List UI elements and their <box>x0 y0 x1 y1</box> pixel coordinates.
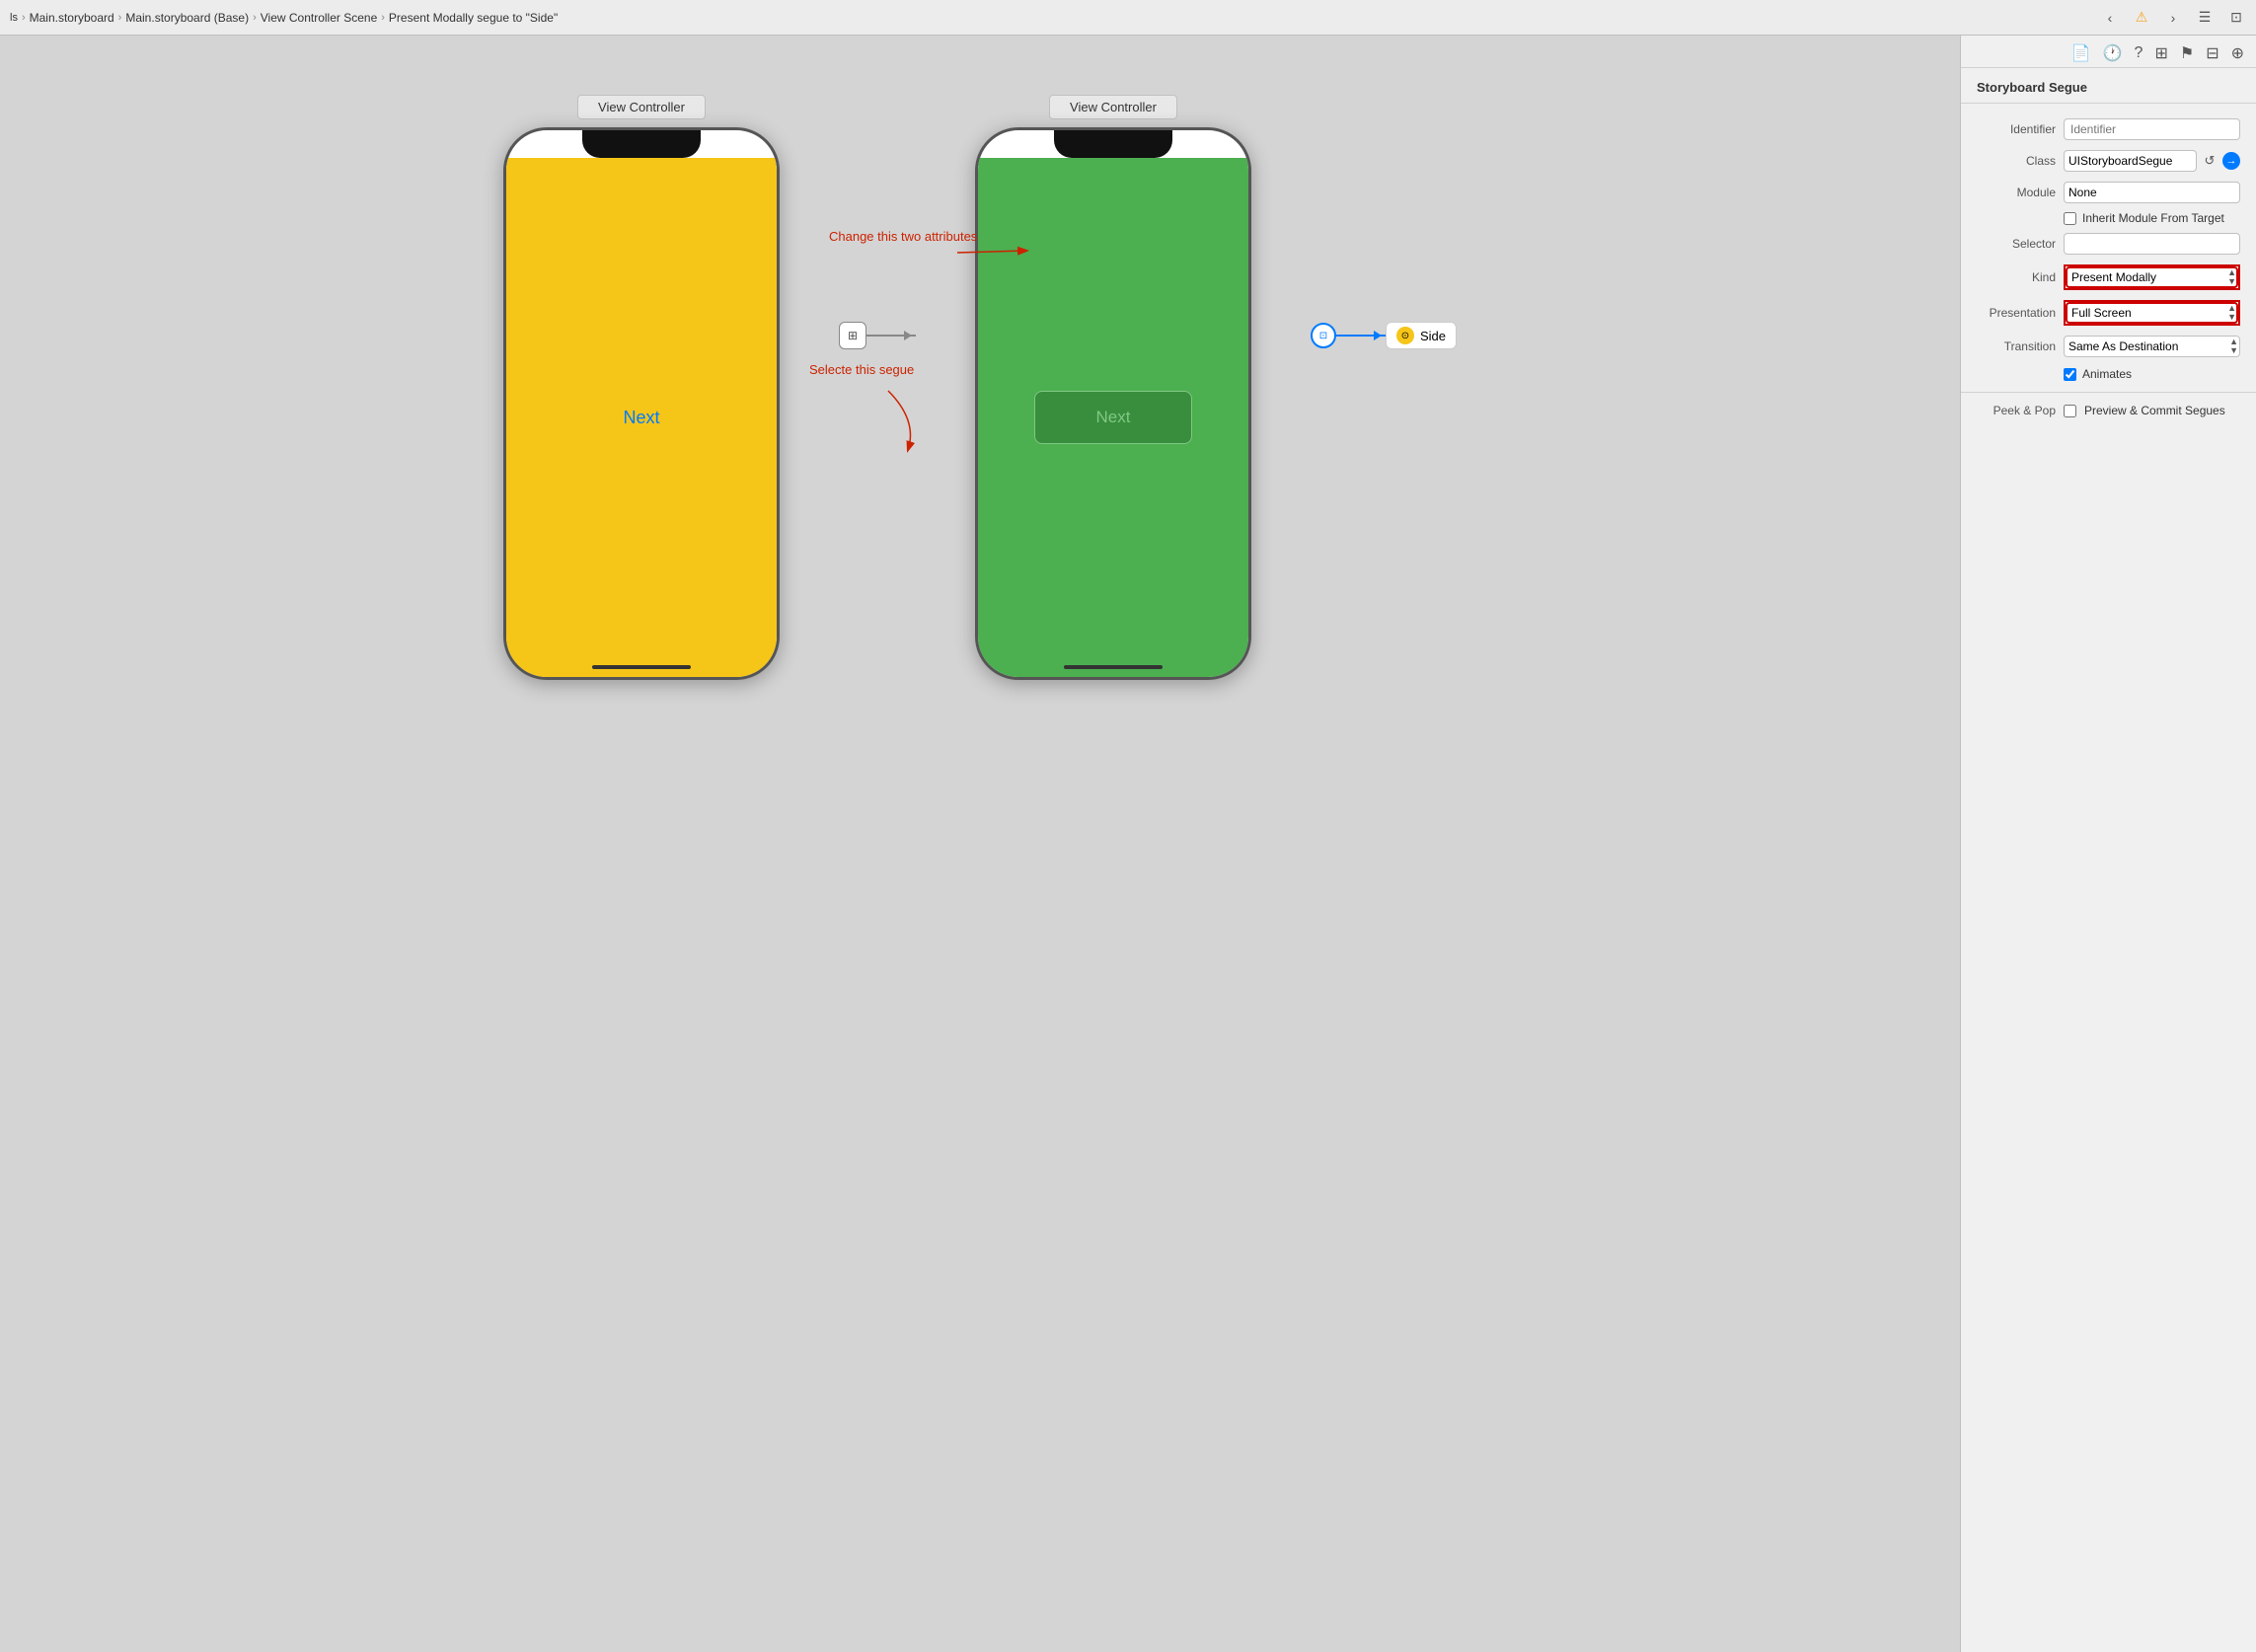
kind-select[interactable]: Present Modally Show Show Detail Present… <box>2066 266 2238 288</box>
panel-icon-help[interactable]: ? <box>2135 44 2143 62</box>
menu-icon[interactable]: ☰ <box>2195 8 2215 28</box>
kind-select-wrapper: Present Modally Show Show Detail Present… <box>2064 264 2240 290</box>
segue-circle[interactable]: ⊡ <box>1311 323 1336 348</box>
presentation-row: Presentation Full Screen Page Sheet Form… <box>1961 295 2256 331</box>
segue-dest-label: Side <box>1420 329 1446 343</box>
class-row: Class UIStoryboardSegue ↺ → <box>1961 145 2256 177</box>
presentation-select-wrapper: Full Screen Page Sheet Form Sheet Curren… <box>2064 300 2240 326</box>
module-label: Module <box>1977 186 2056 199</box>
selector-row: Selector <box>1961 228 2256 260</box>
breadcrumb-mainstoryboard-base: Main.storyboard (Base) <box>125 11 249 25</box>
transition-select[interactable]: Same As Destination Cover Vertical Flip … <box>2064 336 2240 357</box>
warning-icon: ⚠ <box>2132 8 2151 28</box>
class-controls: UIStoryboardSegue ↺ → <box>2064 150 2240 172</box>
device1-title: View Controller <box>577 95 706 119</box>
forward-nav-icon[interactable]: › <box>2163 8 2183 28</box>
panel-top-icons: 📄 🕐 ? ⊞ ⚑ ⊟ ⊕ <box>1961 36 2256 68</box>
device1-notch <box>582 130 701 158</box>
panel-icon-flag[interactable]: ⚑ <box>2180 43 2194 63</box>
peek-pop-value: Preview & Commit Segues <box>2084 404 2225 417</box>
main-layout: View Controller ⎋ Next ⊞ <box>0 36 2256 1652</box>
inherit-row: Inherit Module From Target <box>1961 208 2256 228</box>
segue-line <box>1336 335 1386 337</box>
selector-label: Selector <box>1977 237 2056 251</box>
peek-pop-row: Peek & Pop Preview & Commit Segues <box>1961 399 2256 422</box>
panel-icon-grid[interactable]: ⊞ <box>2154 43 2167 63</box>
transition-label: Transition <box>1977 339 2056 353</box>
divider <box>1961 392 2256 393</box>
breadcrumb-ls: ls <box>10 12 18 24</box>
panel-content: Identifier Class UIStoryboardSegue ↺ → <box>1961 104 2256 432</box>
kind-label: Kind <box>1977 270 2056 284</box>
identifier-label: Identifier <box>1977 122 2056 136</box>
device1-home-indicator <box>592 665 691 669</box>
inherit-label: Inherit Module From Target <box>2082 211 2224 225</box>
panel-icon-doc[interactable]: 📄 <box>2071 43 2091 63</box>
breadcrumb-segue: Present Modally segue to "Side" <box>389 11 558 25</box>
transition-select-wrapper: Same As Destination Cover Vertical Flip … <box>2064 336 2240 357</box>
panel-icon-clock[interactable]: 🕐 <box>2103 43 2123 63</box>
segue-arrow-line <box>866 335 916 337</box>
device2-container: View Controller ❮ Back ⬇ Next <box>975 95 1251 680</box>
device1-container: View Controller ⎋ Next <box>503 95 780 680</box>
presentation-label: Presentation <box>1977 306 2056 320</box>
segue-arrow-container: ⊞ <box>839 322 916 349</box>
panel-icon-ruler[interactable]: ⊟ <box>2206 43 2218 63</box>
device2-body: Next <box>978 158 1248 677</box>
selector-input[interactable] <box>2064 233 2240 255</box>
class-label: Class <box>1977 154 2056 168</box>
segue-dest-icon: ⊙ <box>1396 327 1414 344</box>
layout-icon[interactable]: ⊡ <box>2226 8 2246 28</box>
refresh-icon[interactable]: ↺ <box>2201 152 2218 170</box>
segue-source-icon: ⊞ <box>839 322 866 349</box>
module-select[interactable]: None <box>2064 182 2240 203</box>
breadcrumb: ls › Main.storyboard › Main.storyboard (… <box>10 11 2094 25</box>
peek-pop-checkbox[interactable] <box>2064 405 2076 417</box>
breadcrumb-mainstoryboard: Main.storyboard <box>30 11 114 25</box>
segue-connector: ⊡ ⊙ Side <box>1311 322 1457 349</box>
module-row: Module None <box>1961 177 2256 208</box>
kind-row: Kind Present Modally Show Show Detail Pr… <box>1961 260 2256 295</box>
panel-icon-link[interactable]: ⊕ <box>2231 43 2244 63</box>
animates-row: Animates <box>1961 362 2256 386</box>
animates-checkbox[interactable] <box>2064 368 2076 381</box>
transition-row: Transition Same As Destination Cover Ver… <box>1961 331 2256 362</box>
peek-pop-label: Peek & Pop <box>1977 404 2056 417</box>
breadcrumb-vcscene: View Controller Scene <box>261 11 378 25</box>
devices-row: View Controller ⎋ Next ⊞ <box>503 95 1457 680</box>
right-panel: 📄 🕐 ? ⊞ ⚑ ⊟ ⊕ Storyboard Segue Identifie… <box>1960 36 2256 1652</box>
identifier-input[interactable] <box>2064 118 2240 140</box>
device1-next-label: Next <box>623 408 659 428</box>
back-nav-icon[interactable]: ‹ <box>2100 8 2120 28</box>
device1-frame: ⎋ Next <box>503 127 780 680</box>
segue-destination-badge: ⊙ Side <box>1386 322 1457 349</box>
presentation-select[interactable]: Full Screen Page Sheet Form Sheet Curren… <box>2066 302 2238 324</box>
class-select-wrapper: UIStoryboardSegue <box>2064 150 2197 172</box>
device2-notch <box>1054 130 1172 158</box>
device2-frame: ❮ Back ⬇ Next <box>975 127 1251 680</box>
device2-title: View Controller <box>1049 95 1177 119</box>
class-select[interactable]: UIStoryboardSegue <box>2064 150 2197 172</box>
device1-body: Next <box>506 158 777 677</box>
canvas-area: View Controller ⎋ Next ⊞ <box>0 36 1960 1652</box>
device2-next-button: Next <box>1034 391 1192 444</box>
panel-title: Storyboard Segue <box>1961 68 2256 104</box>
inherit-checkbox[interactable] <box>2064 212 2076 225</box>
top-bar-icons: ‹ ⚠ › ☰ ⊡ <box>2100 8 2246 28</box>
class-arrow-icon[interactable]: → <box>2222 152 2240 170</box>
animates-label: Animates <box>2082 367 2132 381</box>
device2-home-indicator <box>1064 665 1163 669</box>
top-bar: ls › Main.storyboard › Main.storyboard (… <box>0 0 2256 36</box>
identifier-row: Identifier <box>1961 113 2256 145</box>
module-select-wrapper: None <box>2064 182 2240 203</box>
